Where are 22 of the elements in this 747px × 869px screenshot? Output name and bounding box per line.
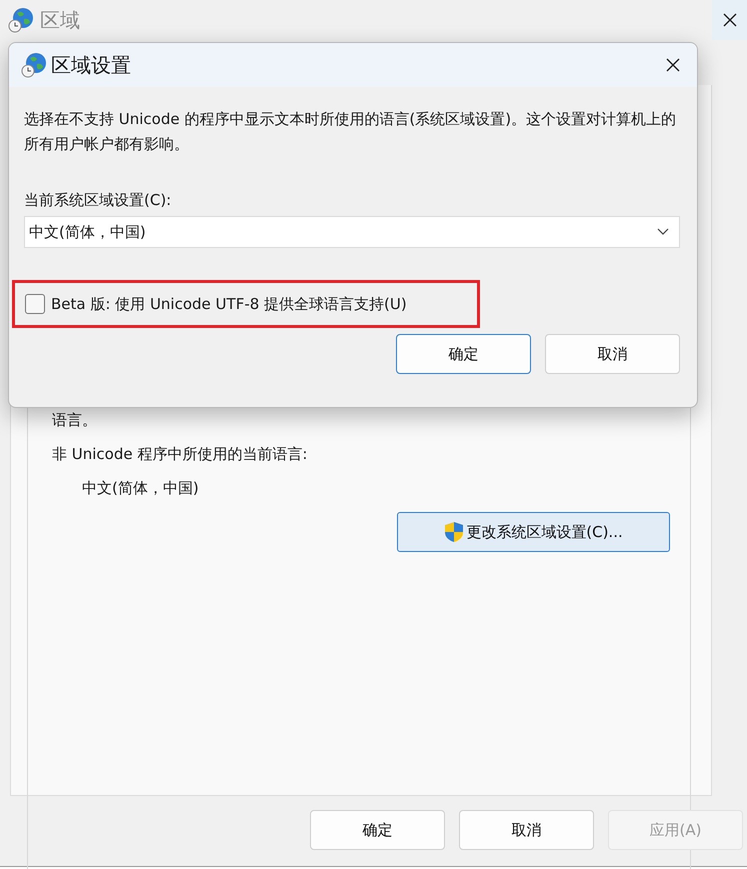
close-icon — [722, 12, 738, 28]
close-icon[interactable] — [665, 57, 681, 73]
description-text: 语言。 — [52, 410, 98, 431]
dialog-button[interactable]: 确定 — [310, 810, 445, 850]
globe-clock-icon — [21, 52, 47, 78]
shield-icon — [444, 521, 464, 543]
checkbox-label: Beta 版: 使用 Unicode UTF-8 提供全球语言支持(U) — [51, 294, 407, 314]
checkbox[interactable] — [25, 294, 45, 314]
dialog-button[interactable]: 取消 — [545, 334, 680, 374]
language-label: 非 Unicode 程序中所使用的当前语言: — [52, 444, 308, 465]
description-text: 选择在不支持 Unicode 的程序中显示文本时所使用的语言(系统区域设置)。这个设置对计算机上的所有用户帐户都有影响。 — [24, 109, 678, 155]
chevron-down-icon — [657, 228, 669, 236]
close-button[interactable] — [712, 0, 747, 40]
locale-label: 当前系统区域设置(C): — [24, 190, 172, 211]
locale-dropdown[interactable]: 中文(简体，中国) — [24, 216, 680, 248]
dialog-button[interactable]: 取消 — [459, 810, 594, 850]
window-title: 区域 — [40, 6, 81, 34]
dialog-button[interactable]: 确定 — [396, 334, 531, 374]
current-language: 中文(简体，中国) — [82, 478, 200, 499]
globe-clock-icon — [8, 7, 34, 33]
change-locale-button[interactable]: 更改系统区域设置(C)... — [397, 512, 670, 552]
dialog-title: 区域设置 — [51, 52, 132, 78]
